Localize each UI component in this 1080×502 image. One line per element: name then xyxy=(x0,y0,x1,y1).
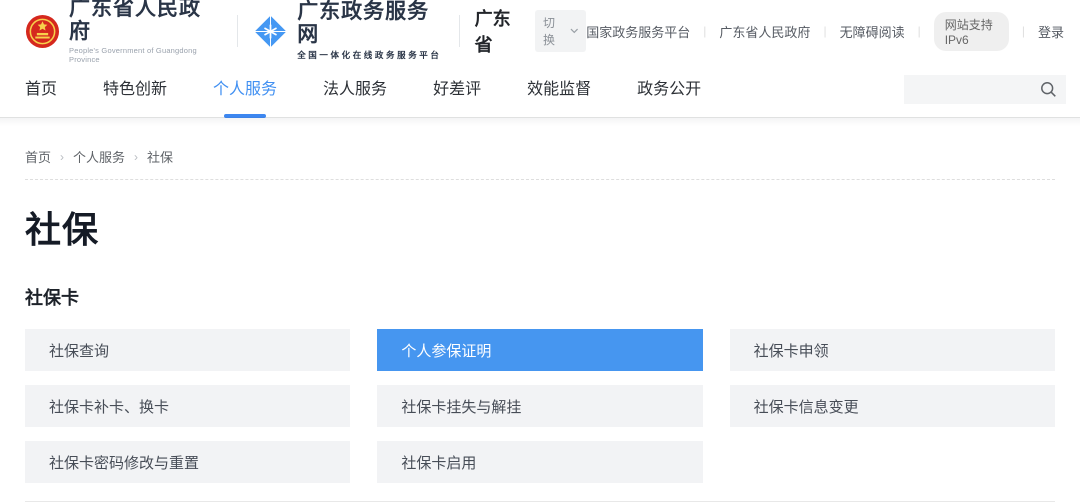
portal-pinwheel-icon xyxy=(253,14,288,49)
region-selector: 广东省 切换 xyxy=(475,5,587,57)
nav-item-gov-affairs[interactable]: 政务公开 xyxy=(637,62,701,118)
link-separator: | xyxy=(823,24,826,38)
nav-item-supervision[interactable]: 效能监督 xyxy=(527,62,591,118)
gov-logo[interactable]: 广东省人民政府 People's Government of Guangdong… xyxy=(25,0,222,64)
top-bar: 广东省人民政府 People's Government of Guangdong… xyxy=(0,0,1080,62)
service-card-password-reset[interactable]: 社保卡密码修改与重置 xyxy=(25,441,350,483)
breadcrumb-separator: › xyxy=(60,150,64,164)
header-divider xyxy=(459,15,460,47)
service-personal-insurance-proof[interactable]: 个人参保证明 xyxy=(377,329,702,371)
link-national-platform[interactable]: 国家政务服务平台 xyxy=(586,22,690,41)
portal-logo[interactable]: 广东政务服务网 全国一体化在线政务服务平台 xyxy=(253,1,444,60)
link-separator: | xyxy=(918,24,921,38)
national-emblem-icon xyxy=(25,14,60,49)
service-card-loss-report[interactable]: 社保卡挂失与解挂 xyxy=(377,385,702,427)
portal-logo-title: 广东政务服务网 xyxy=(297,1,444,45)
link-separator: | xyxy=(1022,24,1025,38)
portal-logo-subtitle: 全国一体化在线政务服务平台 xyxy=(297,49,444,61)
nav-item-legal-services[interactable]: 法人服务 xyxy=(323,62,387,118)
service-card-activation[interactable]: 社保卡启用 xyxy=(377,441,702,483)
breadcrumb-separator: › xyxy=(134,150,138,164)
service-card-info-change[interactable]: 社保卡信息变更 xyxy=(730,385,1055,427)
link-accessibility[interactable]: 无障碍阅读 xyxy=(840,22,905,41)
search-icon[interactable] xyxy=(1040,81,1057,98)
service-grid: 社保查询 个人参保证明 社保卡申领 社保卡补卡、换卡 社保卡挂失与解挂 社保卡信… xyxy=(25,329,1055,483)
link-separator: | xyxy=(703,24,706,38)
region-name: 广东省 xyxy=(475,5,526,57)
breadcrumb-home[interactable]: 首页 xyxy=(25,147,51,166)
nav-items: 首页 特色创新 个人服务 法人服务 好差评 效能监督 政务公开 xyxy=(25,62,701,118)
service-card-application[interactable]: 社保卡申领 xyxy=(730,329,1055,371)
service-card-replacement[interactable]: 社保卡补卡、换卡 xyxy=(25,385,350,427)
login-link[interactable]: 登录 xyxy=(1038,22,1064,41)
header-divider xyxy=(237,15,238,47)
region-switch-button[interactable]: 切换 xyxy=(535,10,586,52)
search-box[interactable] xyxy=(904,75,1066,104)
chevron-down-icon xyxy=(570,28,579,34)
main-nav: 首页 特色创新 个人服务 法人服务 好差评 效能监督 政务公开 xyxy=(0,62,1080,118)
header-links: 国家政务服务平台 | 广东省人民政府 | 无障碍阅读 | 网站支持IPv6 | … xyxy=(586,12,1064,51)
page-title: 社保 xyxy=(25,201,1055,253)
nav-item-featured[interactable]: 特色创新 xyxy=(103,62,167,118)
search-input[interactable] xyxy=(914,81,1040,98)
gov-logo-title: 广东省人民政府 xyxy=(69,0,222,43)
nav-item-personal-services[interactable]: 个人服务 xyxy=(213,62,277,118)
service-social-insurance-query[interactable]: 社保查询 xyxy=(25,329,350,371)
region-switch-label: 切换 xyxy=(543,14,566,48)
ipv6-badge[interactable]: 网站支持IPv6 xyxy=(934,12,1009,51)
link-guangdong-gov[interactable]: 广东省人民政府 xyxy=(719,22,810,41)
nav-item-home[interactable]: 首页 xyxy=(25,62,57,118)
breadcrumb-current: 社保 xyxy=(147,147,173,166)
section-title-social-security-card: 社保卡 xyxy=(25,284,1055,310)
nav-item-review[interactable]: 好差评 xyxy=(433,62,481,118)
breadcrumb-personal-services[interactable]: 个人服务 xyxy=(73,147,125,166)
breadcrumb: 首页 › 个人服务 › 社保 xyxy=(25,118,1055,180)
